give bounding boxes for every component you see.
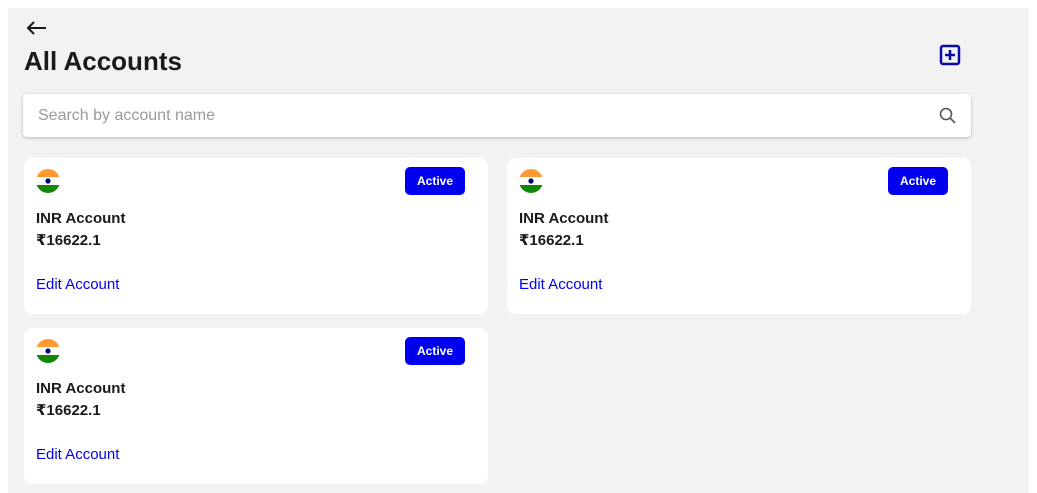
india-flag-icon xyxy=(36,169,60,193)
status-badge: Active xyxy=(888,167,948,195)
account-balance: ₹16622.1 xyxy=(36,232,101,249)
status-badge: Active xyxy=(405,167,465,195)
status-badge: Active xyxy=(405,337,465,365)
search-icon[interactable] xyxy=(938,106,958,126)
india-flag-icon xyxy=(519,169,543,193)
account-balance: ₹16622.1 xyxy=(36,402,101,419)
add-account-icon[interactable] xyxy=(939,44,961,66)
back-arrow-icon[interactable] xyxy=(25,18,49,38)
account-card: Active INR Account ₹16622.1 Edit Account xyxy=(507,158,971,314)
india-flag-icon xyxy=(36,339,60,363)
account-card: Active INR Account ₹16622.1 Edit Account xyxy=(24,158,488,314)
search-input[interactable] xyxy=(23,94,903,137)
accounts-page: All Accounts Active INR Account ₹16622.1… xyxy=(8,8,1029,493)
edit-account-link[interactable]: Edit Account xyxy=(36,276,119,293)
account-name: INR Account xyxy=(36,380,126,397)
account-card: Active INR Account ₹16622.1 Edit Account xyxy=(24,328,488,484)
search-bar xyxy=(23,94,971,137)
account-name: INR Account xyxy=(519,210,609,227)
account-name: INR Account xyxy=(36,210,126,227)
edit-account-link[interactable]: Edit Account xyxy=(519,276,602,293)
page-title: All Accounts xyxy=(24,46,182,76)
edit-account-link[interactable]: Edit Account xyxy=(36,446,119,463)
account-balance: ₹16622.1 xyxy=(519,232,584,249)
